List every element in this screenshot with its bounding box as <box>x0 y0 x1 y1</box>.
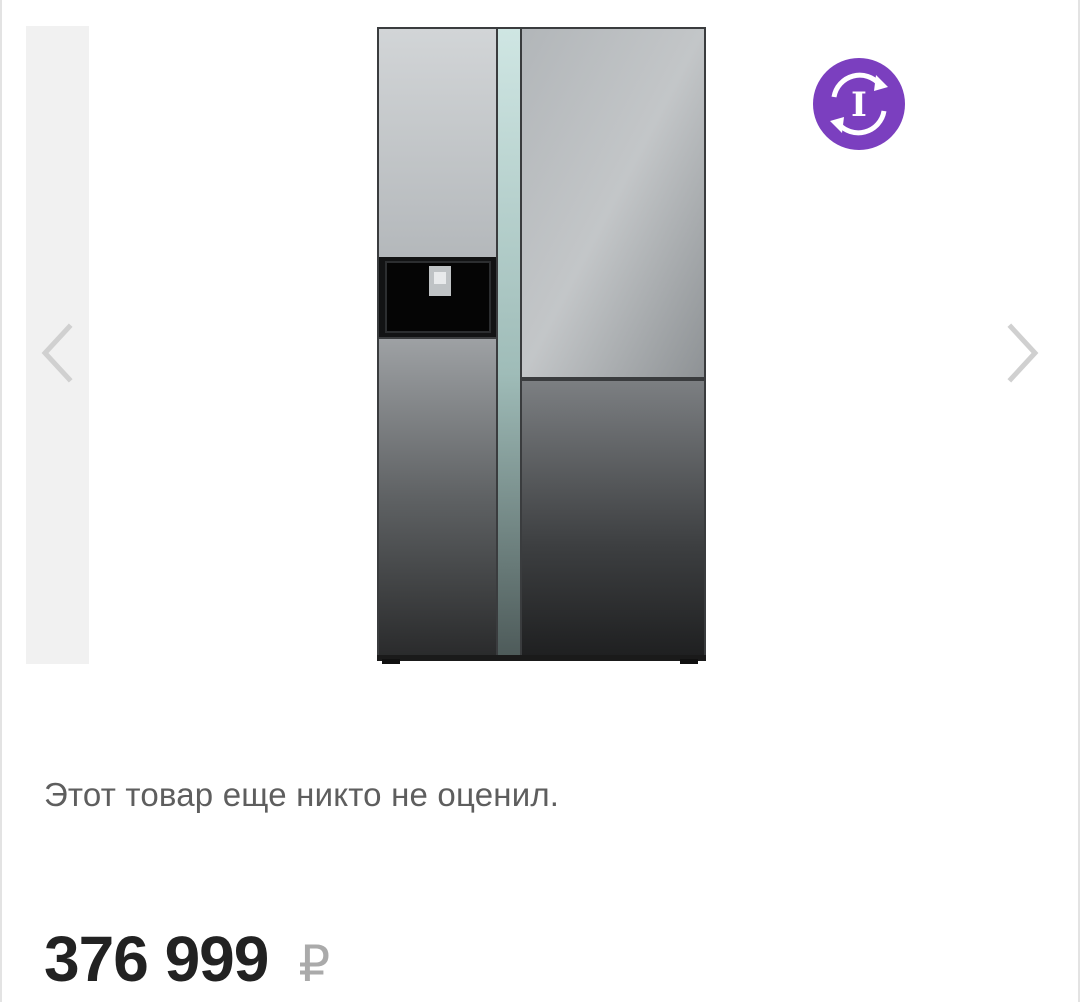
image-gallery[interactable]: I <box>0 0 1080 680</box>
price-value: 376 999 <box>44 923 269 995</box>
price: 376 999 ₽ <box>44 922 330 996</box>
gallery-next-button[interactable] <box>988 318 1058 388</box>
product-image[interactable] <box>374 26 708 664</box>
chevron-right-icon <box>1007 323 1039 383</box>
product-card: I Этот товар еще никто не оценил. 376 99… <box>0 0 1080 1002</box>
currency-symbol: ₽ <box>298 936 331 992</box>
info-refresh-icon[interactable]: I <box>812 57 906 151</box>
chevron-left-icon <box>41 323 73 383</box>
badge-letter: I <box>851 85 867 125</box>
rating-status-text: Этот товар еще никто не оценил. <box>44 776 560 813</box>
gallery-prev-button[interactable] <box>22 318 92 388</box>
